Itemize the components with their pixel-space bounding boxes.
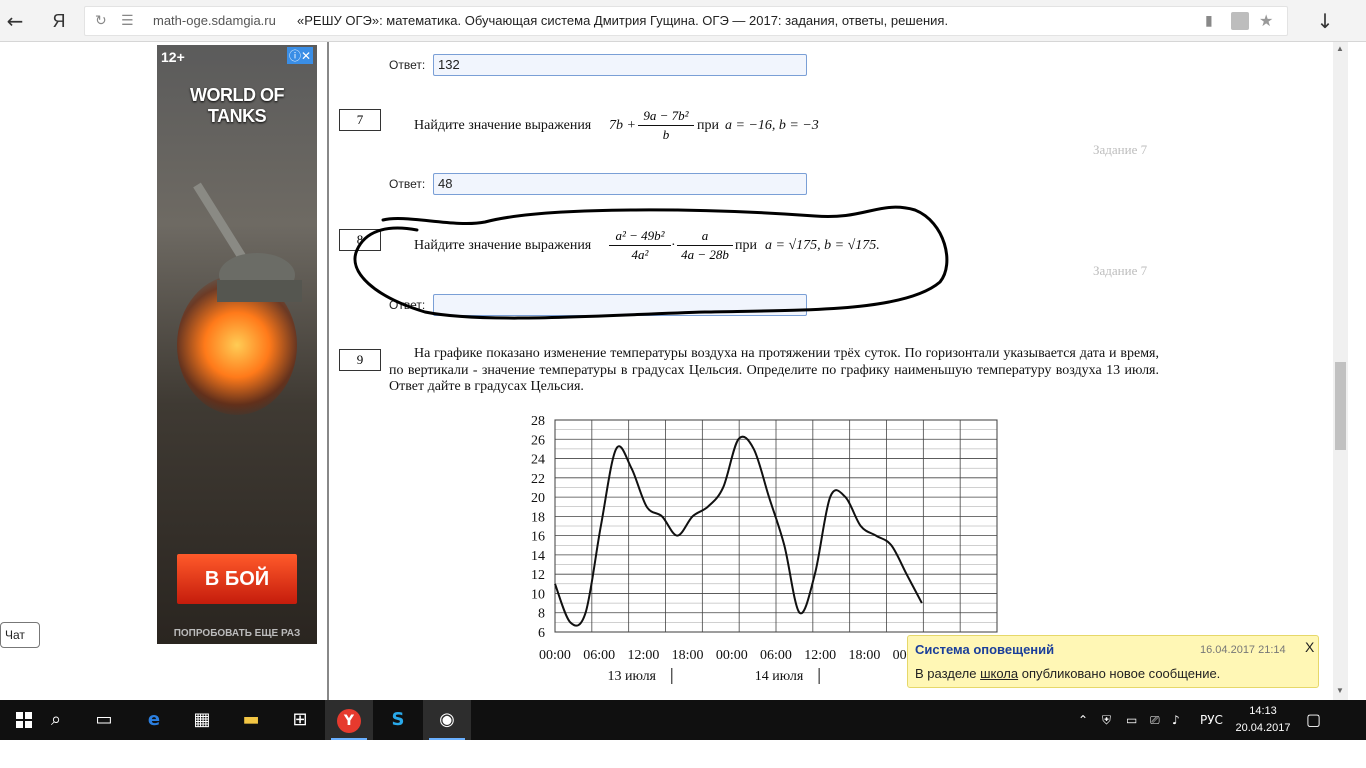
windows-taskbar: ⌕ ▭ e ▦ ▬ ⊞ Y S ◉ ⌃ ⛨ ▭ ⎚ ♪ РУС 14:13 20… (0, 700, 1366, 740)
tank-image (193, 182, 302, 302)
y-tick-label: 18 (531, 510, 545, 525)
expr-term: 7b + (609, 118, 636, 133)
x-tick-label: 00:00 (716, 648, 748, 663)
notification-msg-post: опубликовано новое сообщение. (1018, 666, 1221, 681)
page-content: 12+ ⓘ✕ WORLD OF TANKS В БОЙ ПОПРОБОВАТЬ … (0, 42, 1348, 700)
task-view-icon[interactable]: ▭ (80, 700, 128, 740)
x-tick-label: 06:00 (760, 648, 792, 663)
answer-input-7[interactable]: 48 (433, 173, 807, 195)
x-tick-label: 18:00 (848, 648, 880, 663)
scroll-up-icon[interactable]: ▲ (1336, 44, 1344, 53)
edge-icon[interactable]: e (130, 700, 178, 740)
notification-popup[interactable]: Система оповещений 16.04.2017 21:14 X В … (907, 635, 1319, 688)
y-tick-label: 10 (531, 587, 545, 602)
x-tick-label: 00:00 (539, 648, 571, 663)
yandex-browser-taskbar-icon[interactable]: Y (325, 700, 373, 740)
y-tick-label: 6 (538, 626, 545, 641)
scroll-down-icon[interactable]: ▼ (1336, 686, 1344, 695)
calculator-icon[interactable]: ▦ (178, 700, 226, 740)
language-indicator[interactable]: РУС (1200, 700, 1223, 740)
answer-label: Ответ: (389, 177, 426, 191)
expr-fraction: 9a − 7b² b (638, 108, 694, 143)
address-domain: math-oge.sdamgia.ru (153, 13, 276, 28)
y-tick-label: 12 (531, 568, 545, 583)
answer-label: Ответ: (389, 58, 426, 72)
x-tick-label: 18:00 (672, 648, 704, 663)
y-tick-label: 14 (531, 549, 545, 564)
skype-icon[interactable]: S (374, 700, 422, 740)
clock[interactable]: 14:13 20.04.2017 (1228, 703, 1298, 737)
notification-msg-pre: В разделе (915, 666, 981, 681)
ad-logo: WORLD OF TANKS (190, 85, 284, 126)
search-icon[interactable]: ⌕ (32, 700, 80, 740)
ad-cta-button[interactable]: В БОЙ (177, 554, 297, 604)
notification-title: Система оповещений (915, 642, 1055, 657)
yandex-icon[interactable]: Я (46, 8, 72, 34)
ad-age-rating: 12+ (161, 49, 185, 65)
zadanie-link[interactable]: Задание 7 (1093, 263, 1147, 279)
download-icon[interactable]: ↓ (1312, 8, 1338, 34)
address-bar[interactable]: ↻ ☰ math-oge.sdamgia.ru «РЕШУ ОГЭ»: мате… (84, 6, 1288, 36)
file-explorer-icon[interactable]: ▬ (227, 700, 275, 740)
task-number-box: 7 (339, 109, 381, 131)
screen-bottom (0, 740, 1366, 768)
fraction-numerator: 9a − 7b² (643, 108, 689, 123)
address-page-title: «РЕШУ ОГЭ»: математика. Обучающая систем… (297, 13, 949, 28)
ad-banner[interactable]: 12+ ⓘ✕ WORLD OF TANKS В БОЙ ПОПРОБОВАТЬ … (157, 45, 317, 644)
clock-time: 14:13 (1249, 705, 1277, 717)
scrollbar-thumb[interactable] (1335, 362, 1346, 450)
task-condition: a = −16, b = −3 (725, 118, 819, 133)
y-tick-label: 26 (531, 433, 545, 448)
x-tick-label: 06:00 (583, 648, 615, 663)
store-icon[interactable]: ⊞ (276, 700, 324, 740)
notification-date: 16.04.2017 21:14 (1200, 644, 1286, 656)
task-pri: при (697, 118, 719, 133)
fraction-bar (638, 125, 694, 126)
action-center-icon[interactable]: ▢ (1306, 700, 1321, 740)
notification-close-button[interactable]: X (1305, 639, 1314, 655)
y-tick-label: 24 (531, 453, 545, 468)
task-number-box: 9 (339, 349, 381, 371)
network-icon[interactable]: ⎚ (1150, 700, 1160, 740)
notification-link[interactable]: школа (980, 666, 1018, 681)
page-menu-icon[interactable]: ☰ (121, 11, 134, 31)
browser-toolbar: ← Я ↻ ☰ math-oge.sdamgia.ru «РЕШУ ОГЭ»: … (0, 0, 1366, 42)
content-divider (327, 42, 329, 700)
y-tick-label: 28 (531, 414, 545, 429)
day-label: 14 июля (755, 669, 804, 684)
day-label: 13 июля (607, 669, 656, 684)
battery-icon[interactable]: ▭ (1126, 700, 1137, 740)
answer-input-6[interactable]: 132 (433, 54, 807, 76)
ad-retry-text: ПОПРОБОВАТЬ ЕЩЕ РАЗ (173, 628, 301, 639)
chat-button[interactable]: Чат (0, 622, 40, 648)
y-tick-label: 20 (531, 491, 545, 506)
defender-icon[interactable]: ⛨ (1102, 700, 1111, 740)
hand-drawn-circle (353, 205, 949, 320)
back-icon[interactable]: ← (2, 8, 28, 34)
reader-icon[interactable]: ▮ (1205, 11, 1213, 31)
task-text: На графике показано изменение температур… (389, 346, 1159, 394)
ad-info-icon[interactable]: ⓘ✕ (286, 47, 313, 64)
x-tick-label: 12:00 (627, 648, 659, 663)
fraction-denominator: b (662, 127, 670, 142)
clock-date: 20.04.2017 (1235, 722, 1291, 734)
task-text: Найдите значение выражения (414, 118, 592, 133)
zadanie-link[interactable]: Задание 7 (1093, 142, 1147, 158)
volume-icon[interactable]: ♪ (1172, 700, 1180, 740)
steam-icon[interactable]: ◉ (423, 700, 471, 740)
vertical-scrollbar[interactable]: ▲ ▼ (1333, 42, 1348, 700)
temperature-line (554, 435, 923, 627)
tray-overflow-icon[interactable]: ⌃ (1078, 700, 1088, 740)
x-tick-label: 12:00 (804, 648, 836, 663)
y-tick-label: 8 (538, 607, 545, 622)
y-tick-label: 16 (531, 530, 545, 545)
y-tick-label: 22 (531, 472, 545, 487)
refresh-icon[interactable]: ↻ (95, 11, 107, 31)
lock-icon[interactable] (1231, 12, 1249, 30)
notification-message: В разделе школа опубликовано новое сообщ… (915, 666, 1220, 681)
bookmark-star-icon[interactable]: ★ (1259, 11, 1273, 31)
